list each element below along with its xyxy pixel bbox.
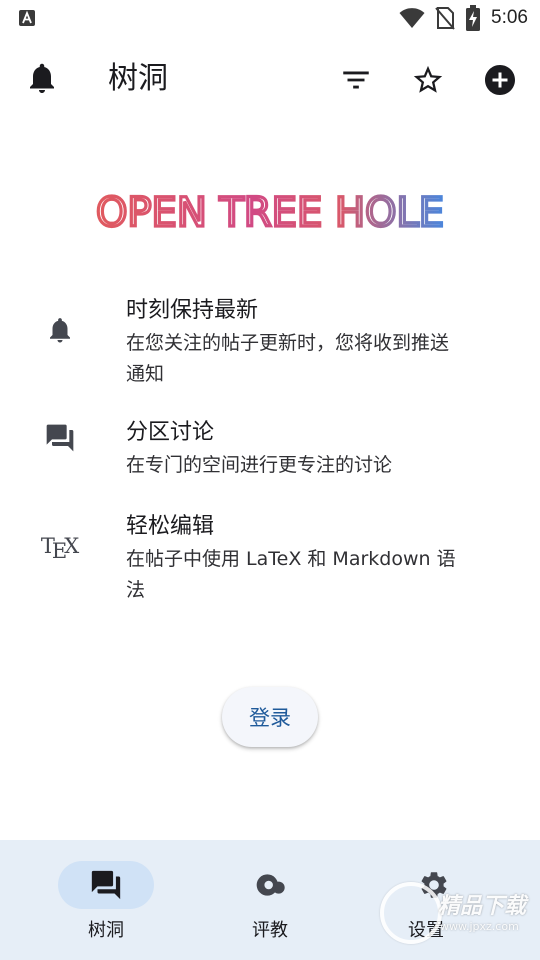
feature-description-line: 在您关注的帖子更新时，您将收到推送: [126, 332, 450, 354]
battery-charging-icon: [466, 5, 481, 31]
nav-label: 树洞: [88, 920, 124, 941]
nav-icon-container: [222, 861, 318, 909]
nav-label: 评教: [252, 920, 288, 941]
a-notification-icon: [19, 10, 35, 26]
status-bar: 5:06: [0, 0, 540, 36]
favorites-button[interactable]: [404, 58, 452, 102]
feature-description-line: 在专门的空间进行更专注的讨论: [126, 454, 393, 476]
feature-description-line: 通知: [126, 363, 165, 385]
watermark-text: 精品下载: [438, 894, 527, 919]
tex-icon: TEX: [40, 526, 80, 566]
no-sim-icon: [435, 7, 455, 30]
filter-button[interactable]: [332, 58, 380, 102]
tex-icon-e: E: [51, 539, 68, 563]
filter-icon: [343, 71, 369, 89]
star-outline-icon: [413, 65, 443, 93]
logo-text: OPEN TREE HOLE: [96, 190, 444, 236]
add-circle-icon: [485, 65, 515, 95]
forum-icon: [46, 424, 74, 452]
feature-title: 分区讨论: [126, 420, 215, 445]
feature-title: 时刻保持最新: [126, 298, 259, 323]
nav-active-indicator: [58, 861, 154, 909]
page-title: 树洞: [108, 61, 168, 96]
notifications-button[interactable]: [24, 60, 60, 96]
logo-wordmark: OPEN TREE HOLE: [94, 188, 445, 237]
feature-title: 轻松编辑: [126, 514, 215, 539]
status-time: 5:06: [491, 7, 528, 28]
feature-description: 在您关注的帖子更新时，您将收到推送 通知: [126, 328, 506, 390]
watermark: 精品下载 www.jpxz.com: [378, 880, 534, 946]
feature-description: 在专门的空间进行更专注的讨论: [126, 450, 506, 481]
watermark-url: www.jpxz.com: [440, 920, 519, 933]
login-button[interactable]: 登录: [222, 687, 318, 747]
wifi-icon: [399, 8, 425, 28]
app-logo: OPEN TREE HOLE: [0, 180, 540, 248]
watermark-logo: [380, 882, 442, 944]
new-post-button[interactable]: [476, 58, 524, 102]
forum-icon: [91, 870, 121, 900]
review-icon: [256, 874, 285, 896]
feature-description-line: 法: [126, 579, 146, 601]
nav-item-treehole[interactable]: 树洞: [0, 840, 180, 960]
bell-icon: [50, 318, 70, 343]
bell-icon: [30, 63, 54, 93]
nav-item-review[interactable]: 评教: [180, 840, 360, 960]
feature-description-line: 在帖子中使用 LaTeX 和 Markdown 语: [126, 548, 456, 570]
feature-description: 在帖子中使用 LaTeX 和 Markdown 语 法: [126, 544, 506, 606]
app-bar: 树洞: [0, 44, 540, 116]
